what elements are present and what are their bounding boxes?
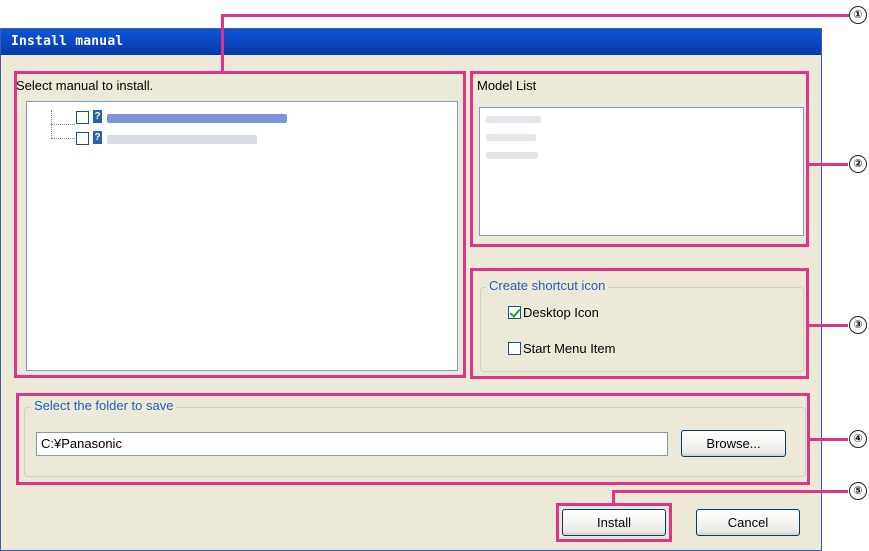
callout-line-1 <box>221 14 849 17</box>
window-title: Install manual <box>11 34 124 49</box>
callout-line-5 <box>612 490 848 493</box>
cancel-button[interactable]: Cancel <box>696 509 800 536</box>
callout-line-2 <box>808 163 848 166</box>
callout-number-5: ⑤ <box>849 482 867 500</box>
highlight-shortcut <box>470 268 809 379</box>
callout-line-4 <box>808 438 848 441</box>
callout-number-4: ④ <box>849 430 867 448</box>
callout-number-3: ③ <box>849 316 867 334</box>
callout-number-2: ② <box>849 155 867 173</box>
highlight-install <box>556 503 672 542</box>
highlight-manual-area <box>14 71 466 378</box>
highlight-model-list <box>470 71 809 247</box>
callout-number-1: ① <box>849 6 867 24</box>
callout-line-1 <box>221 14 224 72</box>
callout-line-3 <box>808 324 848 327</box>
title-bar[interactable]: Install manual <box>1 29 821 55</box>
highlight-folder <box>16 393 810 485</box>
